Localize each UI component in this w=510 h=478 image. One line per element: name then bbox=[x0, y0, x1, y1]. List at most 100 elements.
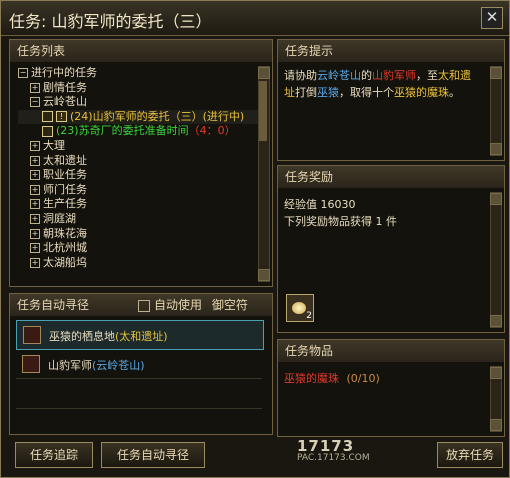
collapse-icon[interactable]: − bbox=[18, 68, 28, 78]
expand-icon[interactable]: + bbox=[30, 170, 40, 181]
expand-icon[interactable]: + bbox=[30, 228, 40, 239]
quest-list-header: 任务列表 bbox=[10, 40, 272, 62]
quest-items-panel: 任务物品 巫猿的魔珠 (0/10) bbox=[277, 339, 505, 437]
title-bar[interactable]: 任务: 山豹军师的委托（三） ✕ bbox=[1, 1, 509, 36]
scroll-down-button[interactable] bbox=[490, 143, 502, 155]
quest-category[interactable]: + 太湖船坞 bbox=[18, 256, 258, 271]
tree-label: 进行中的任务 bbox=[31, 66, 97, 79]
path-row[interactable]: 巫猿的栖息地(太和遗址) bbox=[16, 320, 264, 350]
quest-category[interactable]: + 大理 bbox=[18, 139, 258, 154]
site-watermark-logo: 17173 PAC.17173.COM bbox=[297, 437, 427, 467]
hint-fragment: 云岭苍山 bbox=[317, 69, 361, 82]
hint-fragment: 请协助 bbox=[284, 69, 317, 82]
auto-use-option[interactable]: 自动使用 御空符 bbox=[138, 294, 248, 316]
expand-icon[interactable]: + bbox=[30, 184, 40, 195]
crossed-swords-icon bbox=[23, 326, 41, 344]
tree-label: 北杭州城 bbox=[43, 241, 87, 255]
quest-tree: − 进行中的任务 + 剧情任务 − 云岭苍山! (24)山豹军师的委托（三）(进行中) (23… bbox=[18, 66, 258, 270]
scroll-thumb[interactable] bbox=[259, 81, 267, 141]
quest-timer: （4：0） bbox=[188, 124, 236, 138]
quest-category[interactable]: + 朝珠花海 bbox=[18, 227, 258, 242]
abandon-quest-button[interactable]: 放弃任务 bbox=[437, 442, 503, 468]
reward-scrollbar[interactable] bbox=[490, 192, 502, 328]
auto-path-panel: 任务自动寻径 自动使用 御空符 巫猿的栖息地(太和遗址) 山豹军师(云岭苍山) bbox=[9, 293, 273, 435]
auto-path-title: 任务自动寻径 bbox=[17, 298, 90, 312]
hint-fragment: 打倒 bbox=[295, 86, 317, 99]
quest-entry[interactable]: ! (24)山豹军师的委托（三）(进行中) bbox=[18, 109, 258, 125]
quest-category[interactable]: + 剧情任务 bbox=[18, 81, 258, 96]
scroll-down-button[interactable] bbox=[258, 269, 270, 281]
tree-label: (23)苏奇厂的委托准备时间 bbox=[56, 124, 189, 138]
hint-text: 请协助云岭苍山的山豹军师，至太和遗址打倒巫猿，取得十个巫猿的魔珠。 bbox=[284, 67, 480, 101]
quest-category[interactable]: + 洞庭湖 bbox=[18, 212, 258, 227]
tree-label: 剧情任务 bbox=[43, 80, 87, 94]
quest-items-header: 任务物品 bbox=[278, 340, 504, 362]
tree-label: 师门任务 bbox=[43, 182, 87, 196]
collapse-icon[interactable]: − bbox=[30, 97, 40, 108]
reward-item-slot[interactable]: 2 bbox=[286, 294, 314, 322]
hint-fragment: 山豹军师 bbox=[372, 69, 416, 82]
expand-icon[interactable]: + bbox=[30, 243, 40, 254]
quest-category[interactable]: + 生产任务 bbox=[18, 197, 258, 212]
path-target-name: 巫猿的栖息地 bbox=[49, 330, 115, 343]
expand-icon[interactable]: + bbox=[30, 155, 40, 166]
hint-fragment: 巫猿的魔珠 bbox=[394, 86, 449, 99]
expand-icon[interactable]: + bbox=[30, 213, 40, 224]
expand-icon[interactable]: + bbox=[30, 257, 40, 268]
auto-use-checkbox[interactable] bbox=[138, 299, 150, 312]
quest-list-scrollbar[interactable] bbox=[258, 66, 270, 282]
scroll-up-button[interactable] bbox=[490, 67, 502, 79]
quest-entry[interactable]: (23)苏奇厂的委托准备时间（4：0） bbox=[18, 124, 258, 139]
close-button[interactable]: ✕ bbox=[481, 7, 503, 29]
pearl-icon bbox=[292, 302, 306, 314]
quest-category[interactable]: + 职业任务 bbox=[18, 168, 258, 183]
quest-window: 任务: 山豹军师的委托（三） ✕ 任务列表 − 进行中的任务 + 剧情任务 − 云岭苍山!… bbox=[0, 0, 510, 478]
items-scrollbar[interactable] bbox=[490, 366, 502, 432]
scroll-up-button[interactable] bbox=[490, 193, 502, 205]
hint-fragment: ，至 bbox=[416, 69, 438, 82]
scroll-up-button[interactable] bbox=[490, 367, 502, 379]
auto-path-header: 任务自动寻径 自动使用 御空符 bbox=[10, 294, 272, 316]
hint-fragment: ，取得十个 bbox=[339, 86, 394, 99]
hint-panel: 任务提示 请协助云岭苍山的山豹军师，至太和遗址打倒巫猿，取得十个巫猿的魔珠。 bbox=[277, 39, 505, 161]
expand-icon[interactable]: + bbox=[30, 199, 40, 210]
path-row[interactable]: 山豹军师(云岭苍山) bbox=[16, 350, 262, 379]
hint-scrollbar[interactable] bbox=[490, 66, 502, 156]
quest-category[interactable]: + 北杭州城 bbox=[18, 241, 258, 256]
quest-category[interactable]: + 师门任务 bbox=[18, 183, 258, 198]
watermark-sub: PAC.17173.COM bbox=[297, 453, 370, 463]
crossed-swords-icon bbox=[22, 355, 40, 373]
hint-fragment: 。 bbox=[449, 86, 460, 99]
window-title: 任务: 山豹军师的委托（三） bbox=[9, 12, 212, 31]
path-target-name: 山豹军师 bbox=[48, 359, 92, 372]
quest-category[interactable]: − 进行中的任务 bbox=[18, 66, 258, 81]
hint-fragment: 的 bbox=[361, 69, 372, 82]
quest-category[interactable]: − 云岭苍山 bbox=[18, 95, 258, 110]
quest-item-entry: 巫猿的魔珠 (0/10) bbox=[284, 370, 380, 386]
quest-item-progress: (0/10) bbox=[346, 372, 380, 385]
quest-checkbox[interactable] bbox=[42, 111, 53, 123]
tree-label: 云岭苍山 bbox=[43, 95, 87, 109]
exp-value: 16030 bbox=[320, 198, 356, 211]
tree-label: 太湖船坞 bbox=[43, 255, 87, 269]
fly-talisman-label: 御空符 bbox=[211, 298, 248, 312]
quest-category[interactable]: + 太和遗址 bbox=[18, 154, 258, 169]
item-count: 2 bbox=[306, 311, 312, 321]
auto-use-label: 自动使用 bbox=[154, 298, 203, 312]
tree-label: 大理 bbox=[43, 138, 65, 152]
track-quest-button[interactable]: 任务追踪 bbox=[15, 442, 93, 468]
expand-icon[interactable]: + bbox=[30, 140, 40, 151]
auto-path-button[interactable]: 任务自动寻径 bbox=[101, 442, 205, 468]
scroll-down-button[interactable] bbox=[490, 419, 502, 431]
scroll-down-button[interactable] bbox=[490, 315, 502, 327]
quest-checkbox[interactable] bbox=[42, 125, 53, 137]
scroll-up-button[interactable] bbox=[258, 67, 270, 79]
tree-label: (24)山豹军师的委托（三）(进行中) bbox=[70, 109, 245, 123]
quest-item-name: 巫猿的魔珠 bbox=[284, 372, 339, 385]
path-target-location: (云岭苍山) bbox=[92, 359, 145, 372]
tree-label: 生产任务 bbox=[43, 197, 87, 211]
tree-label: 职业任务 bbox=[43, 168, 87, 182]
hint-header: 任务提示 bbox=[278, 40, 504, 62]
tree-label: 洞庭湖 bbox=[43, 211, 76, 225]
expand-icon[interactable]: + bbox=[30, 82, 40, 93]
